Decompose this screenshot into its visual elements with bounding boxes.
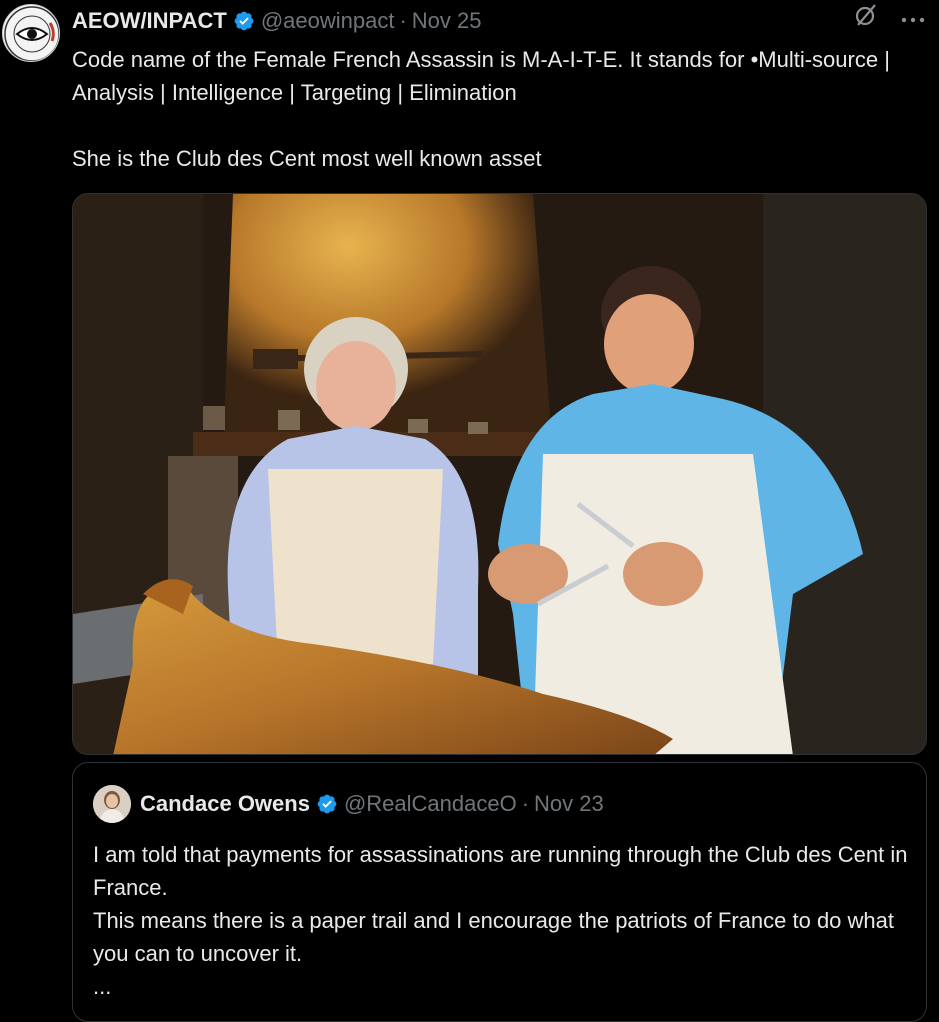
header-separator: · — [399, 8, 407, 33]
quote-author-avatar[interactable] — [93, 785, 131, 823]
tweet-photo[interactable] — [72, 193, 927, 755]
tweet-date[interactable]: Nov 25 — [412, 8, 482, 34]
quote-author-name[interactable]: Candace Owens — [140, 791, 310, 817]
verified-badge-icon[interactable] — [233, 10, 255, 32]
author-name[interactable]: AEOW/INPACT — [72, 8, 227, 34]
quote-text: I am told that payments for assassinatio… — [93, 838, 913, 1003]
author-avatar[interactable] — [2, 4, 60, 62]
quote-date[interactable]: Nov 23 — [534, 791, 604, 817]
quote-author-handle[interactable]: @RealCandaceO — [344, 791, 517, 817]
quote-line: I am told that payments for assassinatio… — [93, 842, 908, 900]
author-handle[interactable]: @aeowinpact — [261, 8, 395, 34]
header-actions — [853, 2, 925, 32]
eye-seal-logo-icon — [4, 6, 59, 61]
quote-line: This means there is a paper trail and I … — [93, 908, 895, 966]
photo-illustration — [73, 194, 926, 754]
quote-header: Candace Owens @RealCandaceO · Nov 23 — [93, 785, 604, 823]
verified-badge-icon[interactable] — [316, 793, 338, 815]
quote-show-more[interactable]: ... — [93, 970, 913, 1003]
tweet-text: Code name of the Female French Assassin … — [72, 43, 922, 175]
ellipsis-icon[interactable] — [901, 6, 925, 28]
tweet-paragraph: She is the Club des Cent most well known… — [72, 146, 542, 171]
slashed-circle-icon[interactable] — [853, 2, 879, 32]
tweet-paragraph: Code name of the Female French Assassin … — [72, 47, 890, 105]
tweet-header: AEOW/INPACT @aeowinpact · Nov 25 — [72, 6, 919, 36]
quote-header-separator: · — [521, 791, 530, 816]
quoted-tweet[interactable]: Candace Owens @RealCandaceO · Nov 23 I a… — [72, 762, 927, 1022]
